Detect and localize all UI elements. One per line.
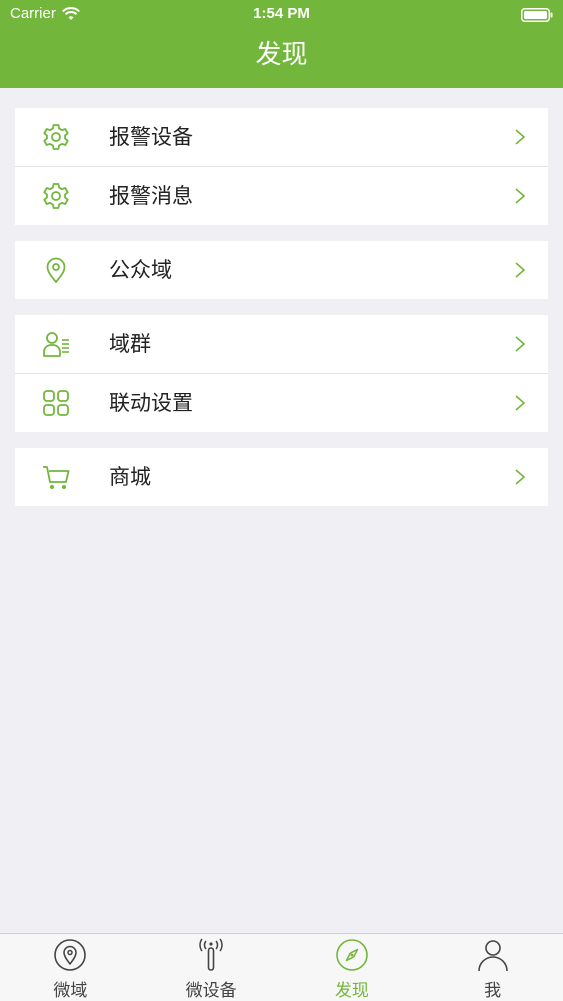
tab-micro-device[interactable]: 微设备	[141, 934, 282, 1001]
menu-group-public: 公众域	[15, 241, 548, 299]
person-list-icon	[43, 332, 69, 357]
gear-icon	[43, 124, 69, 150]
chevron-right-icon	[515, 469, 526, 485]
tab-label: 微域	[53, 981, 88, 1001]
person-icon	[477, 940, 508, 972]
menu-group-domain: 域群 联动设置	[15, 315, 548, 432]
location-pin-icon	[54, 939, 87, 971]
menu-item-domain-group[interactable]: 域群	[15, 315, 548, 373]
menu-group-shop: 商城	[15, 448, 548, 506]
compass-icon	[336, 939, 368, 971]
menu-item-label: 报警设备	[109, 125, 193, 149]
menu-item-label: 公众域	[109, 258, 172, 282]
nav-header: Carrier 1:54 PM 发现	[0, 0, 563, 88]
chevron-right-icon	[515, 129, 526, 145]
tab-bar: 微域 微设备 发现 我	[0, 933, 563, 1001]
grid-icon	[43, 390, 69, 416]
menu-item-shop[interactable]: 商城	[15, 448, 548, 506]
page-title: 发现	[255, 40, 308, 70]
menu-item-label: 域群	[109, 332, 151, 356]
location-pin-icon	[46, 257, 66, 283]
tab-label: 我	[484, 981, 502, 1001]
tab-label: 发现	[334, 981, 369, 1001]
tab-micro-domain[interactable]: 微域	[0, 934, 141, 1001]
status-bar: Carrier 1:54 PM	[0, 0, 563, 30]
menu-item-alarm-message[interactable]: 报警消息	[15, 166, 548, 225]
chevron-right-icon	[515, 262, 526, 278]
menu-item-public-domain[interactable]: 公众域	[15, 241, 548, 299]
chevron-right-icon	[515, 336, 526, 352]
menu-group-alarm: 报警设备 报警消息	[15, 108, 548, 225]
tab-me[interactable]: 我	[422, 934, 563, 1001]
status-time: 1:54 PM	[253, 5, 310, 22]
tab-discover[interactable]: 发现	[282, 934, 423, 1001]
menu-item-label: 商城	[109, 465, 151, 489]
chevron-right-icon	[515, 188, 526, 204]
cart-icon	[43, 466, 70, 489]
menu-item-linkage-settings[interactable]: 联动设置	[15, 373, 548, 432]
menu-item-alarm-device[interactable]: 报警设备	[15, 108, 548, 166]
chevron-right-icon	[515, 395, 526, 411]
gear-icon	[43, 183, 69, 209]
menu-item-label: 联动设置	[109, 391, 193, 415]
battery-icon	[521, 8, 553, 22]
menu-item-label: 报警消息	[109, 184, 193, 208]
tab-label: 微设备	[185, 981, 237, 1001]
antenna-icon	[199, 938, 223, 971]
